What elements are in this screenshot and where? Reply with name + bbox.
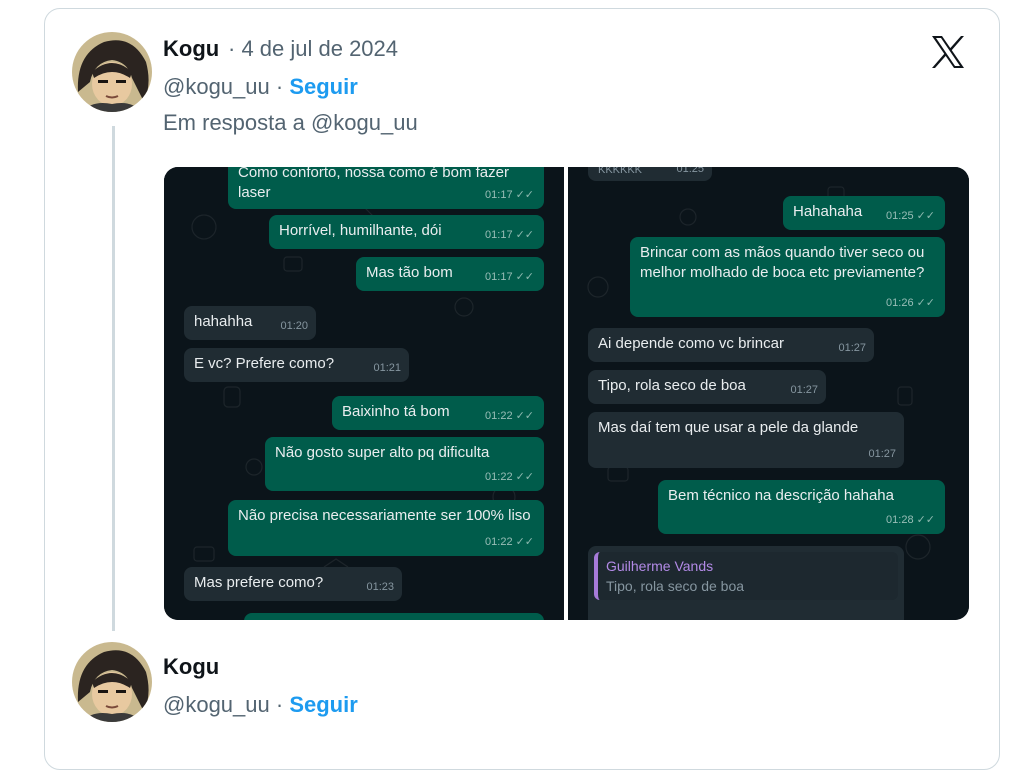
avatar[interactable] [72,642,152,722]
author-name[interactable]: Kogu [163,654,219,680]
chat-bubble-incoming: Ai depende como vc brincar 01:27 [588,328,874,362]
chat-bubble-outgoing: Mas tão bom 01:17 ✓✓ [356,257,544,291]
chat-bubble-outgoing: Bem técnico na descrição hahaha 01:28 ✓✓ [658,480,945,534]
chat-bubble-incoming: Tipo, rola seco de boa 01:27 [588,370,826,404]
tweet-date[interactable]: · 4 de jul de 2024 [228,36,398,62]
tweet-media-image[interactable]: Como conforto, nossa como é bom fazer la… [164,167,969,620]
quoted-author: Guilherme Vands [606,558,714,574]
chat-bubble-incoming: Guilherme Vands Tipo, rola seco de boa [588,546,904,620]
chat-screenshot-right: KKKKKK 01:25 Hahahaha 01:25 ✓✓ Brincar co… [568,167,969,620]
chat-bubble-outgoing: Horrível, humilhante, dói 01:17 ✓✓ [269,215,544,249]
chat-bubble-outgoing [244,613,544,620]
chat-bubble-outgoing: Hahahaha 01:25 ✓✓ [783,196,945,230]
chat-bubble-outgoing: Como conforto, nossa como é bom fazer la… [228,167,544,209]
chat-bubble-outgoing: Não gosto super alto pq dificulta 01:22 ✓… [265,437,544,491]
quoted-text: Tipo, rola seco de boa [606,578,745,594]
thread-connector-line [112,126,115,631]
x-logo-icon[interactable] [928,32,968,72]
follow-button[interactable]: Seguir [289,692,357,717]
avatar[interactable] [72,32,152,112]
chat-bubble-outgoing: Baixinho tá bom 01:22 ✓✓ [332,396,544,430]
chat-bubble-outgoing: Não precisa necessariamente ser 100% lis… [228,500,544,556]
chat-bubble-incoming: KKKKKK 01:25 [588,167,712,181]
chat-bubble-outgoing: Brincar com as mãos quando tiver seco ou… [630,237,945,317]
chat-bubble-incoming: Mas daí tem que usar a pele da glande 01… [588,412,904,468]
chat-bubble-incoming: Mas prefere como? 01:23 [184,567,402,601]
reply-context[interactable]: Em resposta a @kogu_uu [163,110,418,136]
quoted-message: Guilherme Vands Tipo, rola seco de boa [594,552,898,600]
chat-screenshot-left: Como conforto, nossa como é bom fazer la… [164,167,564,620]
chat-bubble-incoming: E vc? Prefere como? 01:21 [184,348,409,382]
author-handle[interactable]: @kogu_uu · [163,74,283,99]
author-name[interactable]: Kogu [163,36,219,62]
chat-bubble-incoming: hahahha 01:20 [184,306,316,340]
author-handle[interactable]: @kogu_uu · [163,692,283,717]
follow-button[interactable]: Seguir [289,74,357,99]
